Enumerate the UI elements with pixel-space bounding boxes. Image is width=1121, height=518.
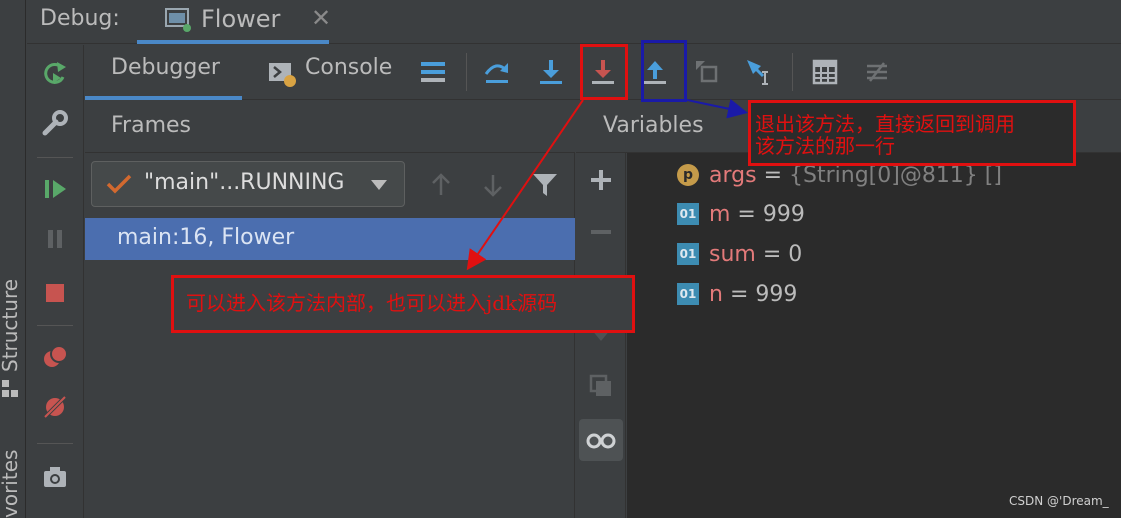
step-out-arrow (686, 98, 748, 119)
force-step-into-arrow (466, 99, 584, 271)
watermark: CSDN @'Dream_ (1009, 494, 1109, 508)
annotation-arrows (466, 98, 748, 271)
